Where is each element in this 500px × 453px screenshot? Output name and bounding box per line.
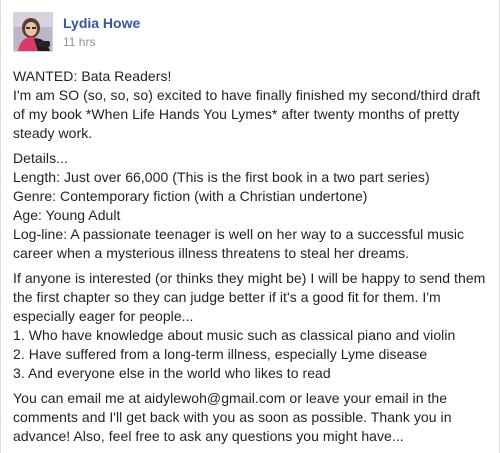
post-paragraph: Details... Length: Just over 66,000 (Thi… <box>13 149 487 263</box>
post-body: WANTED: Bata Readers! I'm am SO (so, so,… <box>13 67 487 452</box>
post-text-line: Genre: Contemporary fiction (with a Chri… <box>13 188 368 204</box>
post-text-line: 1. Who have knowledge about music such a… <box>13 327 456 343</box>
post-text-line: WANTED: Bata Readers! <box>13 68 172 84</box>
timestamp-row: 11 hrs <box>63 35 140 49</box>
post-text-line: 3. And everyone else in the world who li… <box>13 365 331 381</box>
post-text-line: comments and I'll get back with you as s… <box>13 409 452 425</box>
post-paragraph: If anyone is interested (or thinks they … <box>13 269 487 383</box>
post-text-line: Age: Young Adult <box>13 207 121 223</box>
post-text-line: I'm am SO (so, so, so) excited to have f… <box>13 87 481 103</box>
post-text-line: advance! Also, feel free to ask any ques… <box>13 428 404 444</box>
post-text-line: Length: Just over 66,000 (This is the fi… <box>13 169 430 185</box>
post-text-line: of my book *When Life Hands You Lymes* a… <box>13 106 460 122</box>
post-meta: Lydia Howe 11 hrs <box>63 12 140 49</box>
post-paragraph: WANTED: Bata Readers! I'm am SO (so, so,… <box>13 67 487 143</box>
author-name-link[interactable]: Lydia Howe <box>63 15 140 32</box>
post-text-line: Details... <box>13 150 68 166</box>
post-text-line: steady work. <box>13 125 93 141</box>
post-header: Lydia Howe 11 hrs <box>13 12 140 52</box>
avatar[interactable] <box>13 12 53 52</box>
post-text-line: the first chapter so they can judge bett… <box>13 289 441 305</box>
post-timestamp[interactable]: 11 hrs <box>63 35 95 49</box>
post-text-line: You can email me at aidylewoh@gmail.com … <box>13 390 448 406</box>
facebook-post: Lydia Howe 11 hrs WANTED: Bata Readers! … <box>0 0 500 453</box>
post-paragraph: You can email me at aidylewoh@gmail.com … <box>13 389 487 446</box>
post-text-line: especially eager for people... <box>13 308 194 324</box>
post-text-line: If anyone is interested (or thinks they … <box>13 270 486 286</box>
post-text-line: career when a mysterious illness threate… <box>13 245 410 261</box>
profile-photo-icon <box>14 13 52 51</box>
post-text-line: Log-line: A passionate teenager is well … <box>13 226 465 242</box>
post-text-line: 2. Have suffered from a long-term illnes… <box>13 346 428 362</box>
